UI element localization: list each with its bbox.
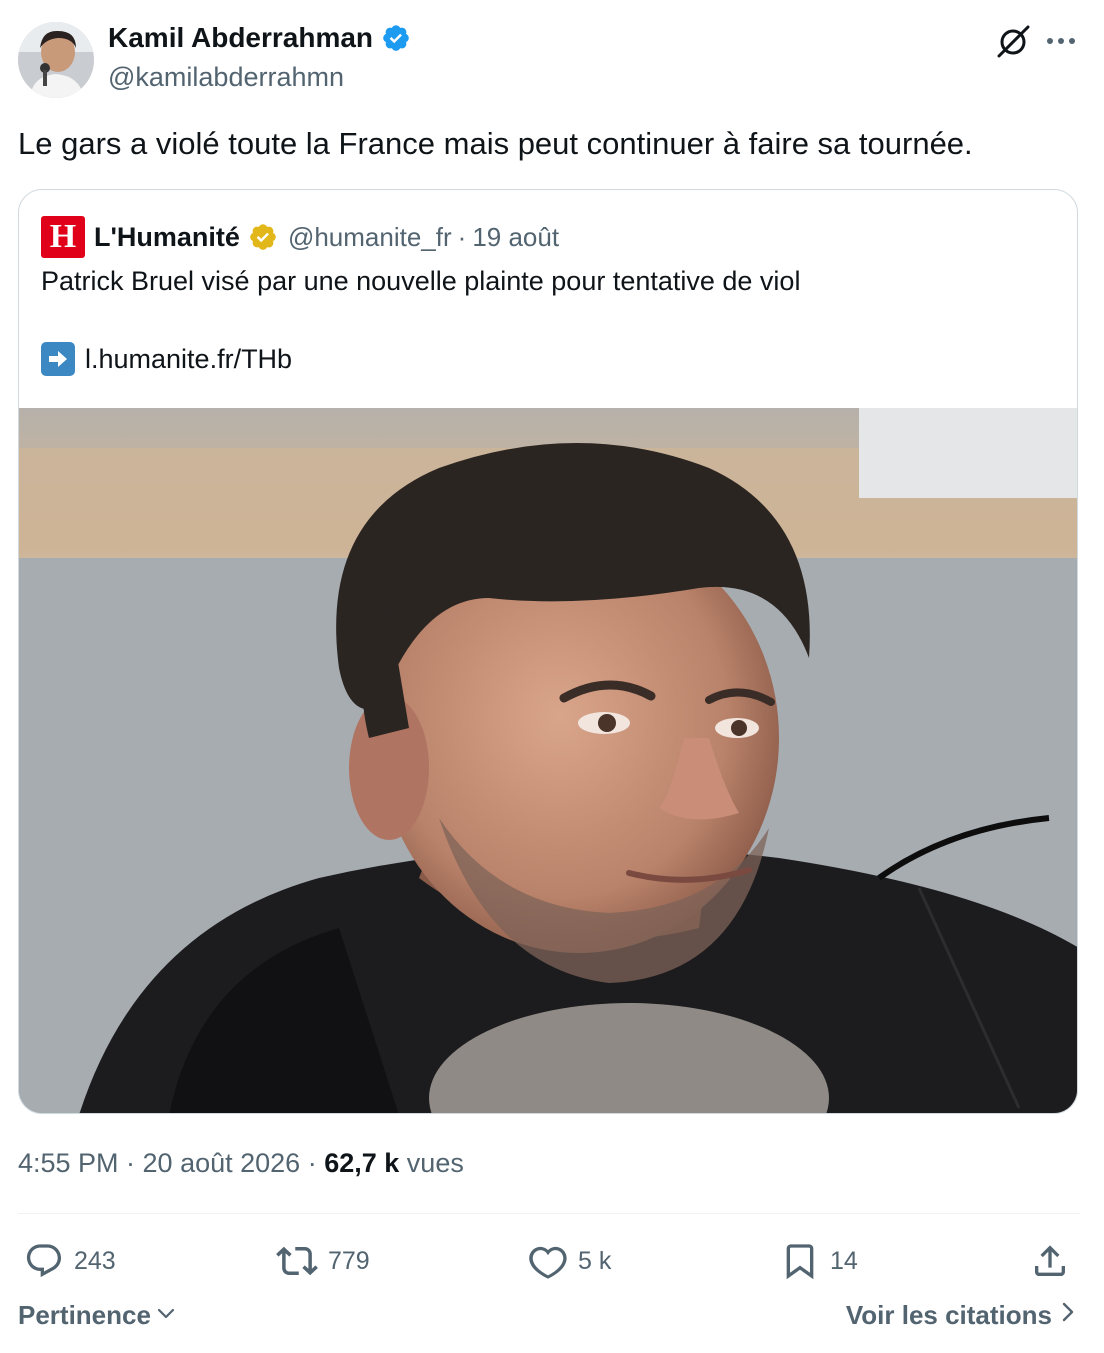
repost-button[interactable]: 779 (276, 1236, 370, 1286)
sort-label: Pertinence (18, 1300, 151, 1330)
author-handle[interactable]: @kamilabderrahmn (108, 62, 344, 93)
quoted-tweet-header: H L'Humanité @humanite_fr · 19 août (41, 216, 559, 258)
quoted-tweet-text: Patrick Bruel visé par une nouvelle plai… (41, 266, 801, 296)
quoted-author-name[interactable]: L'Humanité (94, 222, 240, 253)
quoted-link[interactable]: l.humanite.fr/THb (85, 344, 292, 375)
reply-button[interactable]: 243 (24, 1236, 116, 1286)
quoted-author-logo[interactable]: H (41, 216, 85, 258)
like-count: 5 k (578, 1246, 612, 1275)
share-icon (1030, 1241, 1070, 1281)
more-options-icon[interactable] (1044, 26, 1078, 61)
sort-dropdown[interactable]: Pertinence (18, 1300, 177, 1331)
chevron-down-icon (155, 1300, 177, 1331)
heart-icon (528, 1241, 568, 1281)
tweet-meta: 4:55 PM · 20 août 2026 · 62,7 k vues (18, 1148, 464, 1179)
views-label: vues (406, 1148, 464, 1178)
share-button[interactable] (1030, 1236, 1070, 1286)
author-name[interactable]: Kamil Abderrahman (108, 22, 373, 54)
right-arrow-icon (41, 342, 75, 376)
action-bar: 243 779 5 k 14 (18, 1236, 1080, 1286)
bookmark-count: 14 (830, 1246, 858, 1275)
tweet-timestamp[interactable]: 4:55 PM · 20 août 2026 · (18, 1148, 317, 1178)
chevron-right-icon (1060, 1300, 1076, 1331)
repost-count: 779 (328, 1246, 370, 1275)
divider (18, 1213, 1080, 1214)
quoted-author-handle[interactable]: @humanite_fr (288, 222, 452, 253)
quoted-photo[interactable] (19, 408, 1077, 1113)
quoted-link-row: l.humanite.fr/THb (41, 342, 292, 376)
view-quotes-link[interactable]: Voir les citations (846, 1300, 1076, 1331)
quoted-date[interactable]: 19 août (472, 222, 559, 253)
quoted-separator: · (457, 221, 467, 252)
view-quotes-label: Voir les citations (845, 1300, 1052, 1330)
author-name-row[interactable]: Kamil Abderrahman (108, 22, 411, 54)
quoted-tweet-card[interactable]: H L'Humanité @humanite_fr · 19 août Patr… (18, 189, 1078, 1114)
grok-icon[interactable] (994, 22, 1032, 65)
bookmark-icon (780, 1241, 820, 1281)
gold-verified-badge-icon (248, 222, 278, 252)
like-button[interactable]: 5 k (528, 1236, 611, 1286)
tweet-header: Kamil Abderrahman @kamilabderrahmn (18, 20, 1084, 100)
author-avatar[interactable] (18, 22, 94, 98)
repost-icon (276, 1240, 318, 1282)
reply-icon (24, 1241, 64, 1281)
views-count[interactable]: 62,7 k (324, 1148, 399, 1178)
reply-count: 243 (74, 1246, 116, 1275)
bookmark-button[interactable]: 14 (780, 1236, 858, 1286)
tweet-text: Le gars a violé toute la France mais peu… (18, 126, 973, 161)
verified-badge-icon (381, 23, 411, 53)
